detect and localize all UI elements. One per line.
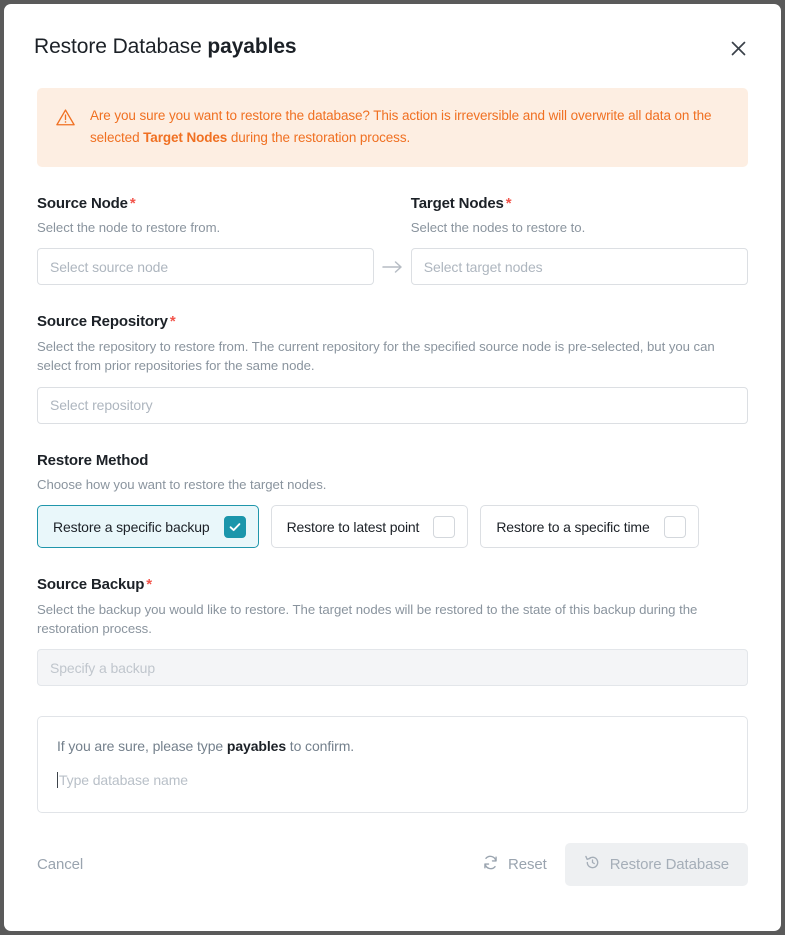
confirmation-input-placeholder: Type database name xyxy=(59,772,188,789)
warning-banner: Are you sure you want to restore the dat… xyxy=(37,88,748,167)
source-node-label-text: Source Node xyxy=(37,194,128,212)
confirmation-prompt: If you are sure, please type payables to… xyxy=(57,738,728,754)
confirmation-database-name: payables xyxy=(226,738,286,755)
confirmation-prompt-part2: to confirm. xyxy=(286,738,355,755)
arrow-right-icon-glyph xyxy=(382,261,402,273)
source-repository-help: Select the repository to restore from. T… xyxy=(37,338,715,374)
source-node-placeholder: Select source node xyxy=(50,258,169,275)
checkbox-checked-icon[interactable] xyxy=(223,515,246,538)
source-repository-group: Source Repository * Select the repository… xyxy=(37,312,748,424)
history-restore-icon xyxy=(584,854,601,875)
restore-method-label: Restore Method xyxy=(37,451,149,469)
restore-method-option-label: Restore to a specific time xyxy=(496,518,650,535)
arrow-right-icon xyxy=(374,248,411,285)
close-icon[interactable] xyxy=(725,35,751,61)
footer-actions: Reset Restore Database xyxy=(476,843,748,887)
source-backup-input[interactable]: Specify a backup xyxy=(37,649,748,687)
restore-method-option-label: Restore to latest point xyxy=(286,518,420,535)
source-node-label: Source Node * xyxy=(37,194,374,214)
target-nodes-label: Target Nodes * xyxy=(411,194,748,214)
source-backup-help: Select the backup you would like to rest… xyxy=(37,601,698,637)
source-repository-input[interactable]: Select repository xyxy=(37,386,748,424)
source-node-group: Source Node * Select the node to restore … xyxy=(37,194,375,286)
source-backup-group: Source Backup * Select the backup you wou… xyxy=(37,575,748,687)
page-title: Restore Database payables xyxy=(34,34,297,59)
cancel-button[interactable]: Cancel xyxy=(37,847,83,882)
node-selection-row: Source Node * Select the node to restore … xyxy=(37,194,748,286)
required-asterisk: * xyxy=(146,576,152,594)
modal-header: Restore Database payables xyxy=(4,4,781,61)
modal-footer: Cancel Reset Restore Database xyxy=(4,843,781,887)
refresh-icon xyxy=(482,854,499,875)
confirmation-prompt-part1: If you are sure, please type xyxy=(57,738,227,755)
target-nodes-placeholder: Select target nodes xyxy=(423,258,543,275)
check-icon xyxy=(229,522,240,531)
target-nodes-help: Select the nodes to restore to. xyxy=(410,220,586,236)
restore-database-button[interactable]: Restore Database xyxy=(564,843,748,887)
source-backup-label: Source Backup * xyxy=(37,575,748,595)
warning-text: Are you sure you want to restore the dat… xyxy=(90,105,730,149)
required-asterisk: * xyxy=(505,194,512,212)
history-restore-icon-glyph xyxy=(584,856,599,869)
confirmation-box: If you are sure, please type payables to… xyxy=(37,716,748,814)
restore-method-option-latest-point[interactable]: Restore to latest point xyxy=(270,505,469,549)
restore-method-option-label: Restore a specific backup xyxy=(53,518,210,535)
source-repository-label-text: Source Repository xyxy=(37,313,168,331)
target-nodes-label-text: Target Nodes xyxy=(410,194,504,212)
warning-text-part2: during the restoration process. xyxy=(227,129,411,145)
warning-triangle-icon-glyph xyxy=(56,109,75,126)
restore-method-help: Choose how you want to restore the targe… xyxy=(37,477,327,493)
refresh-icon-glyph xyxy=(484,856,497,870)
modal-title-database-name: payables xyxy=(207,35,297,58)
target-nodes-group: Target Nodes * Select the nodes to restor… xyxy=(410,194,748,286)
source-repository-placeholder: Select repository xyxy=(50,397,153,414)
restore-method-option-specific-backup[interactable]: Restore a specific backup xyxy=(37,505,259,549)
restore-method-options: Restore a specific backup Restore to lat… xyxy=(37,505,748,549)
restore-method-option-specific-time[interactable]: Restore to a specific time xyxy=(480,505,699,549)
source-node-help: Select the node to restore from. xyxy=(37,220,221,236)
modal-title-prefix: Restore Database xyxy=(34,35,202,58)
source-node-input[interactable]: Select source node xyxy=(37,248,375,286)
warning-text-emphasis: Target Nodes xyxy=(143,129,228,145)
reset-button-label: Reset xyxy=(508,856,547,874)
restore-database-modal: Restore Database payables Are you sure y… xyxy=(4,4,781,931)
restore-database-button-label: Restore Database xyxy=(609,856,729,874)
source-backup-placeholder: Specify a backup xyxy=(50,659,156,676)
source-backup-label-text: Source Backup xyxy=(37,576,145,594)
source-repository-label: Source Repository * xyxy=(37,312,748,332)
confirmation-input[interactable]: Type database name xyxy=(57,772,728,789)
close-icon-glyph xyxy=(731,41,745,55)
warning-triangle-icon xyxy=(55,107,76,149)
reset-button[interactable]: Reset xyxy=(476,845,553,884)
required-asterisk: * xyxy=(129,194,136,212)
modal-body: Are you sure you want to restore the dat… xyxy=(4,88,781,814)
checkbox-unchecked-icon[interactable] xyxy=(433,515,456,538)
restore-method-group: Restore Method Choose how you want to re… xyxy=(37,451,748,549)
target-nodes-input[interactable]: Select target nodes xyxy=(410,248,748,286)
required-asterisk: * xyxy=(169,313,176,331)
checkbox-unchecked-icon[interactable] xyxy=(663,515,686,538)
text-caret xyxy=(57,772,58,789)
